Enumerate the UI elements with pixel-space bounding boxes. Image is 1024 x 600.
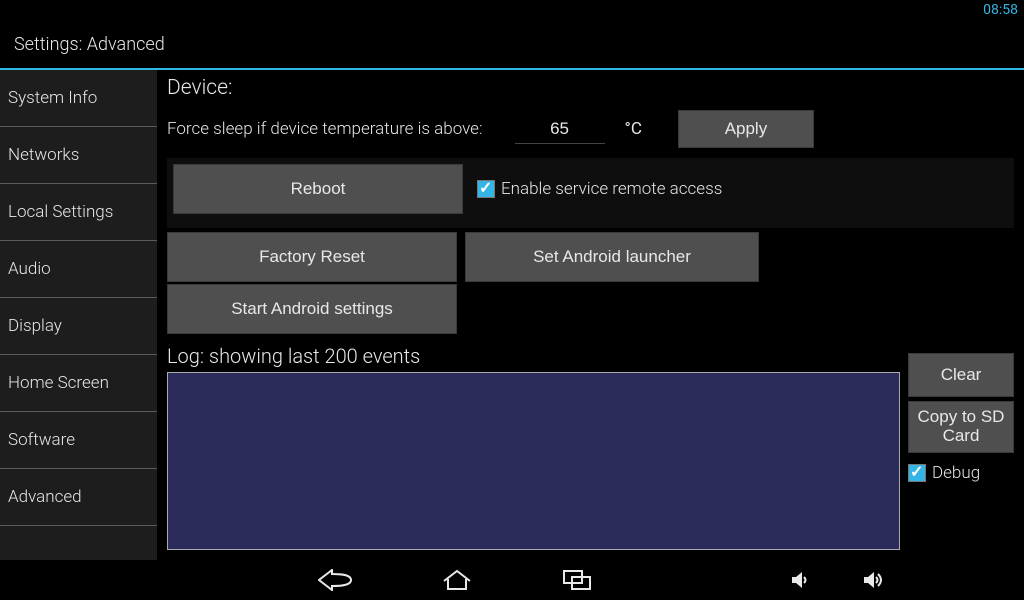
status-time: 08:58 [983,2,1018,18]
apply-button[interactable]: Apply [678,110,814,148]
home-icon[interactable] [442,569,472,591]
android-navbar [0,560,1024,600]
sidebar-item-audio[interactable]: Audio [0,241,157,298]
set-launcher-button[interactable]: Set Android launcher [465,232,759,282]
debug-checkbox[interactable] [908,464,926,482]
copy-to-sd-button[interactable]: Copy to SD Card [908,401,1014,453]
start-android-settings-button[interactable]: Start Android settings [167,284,457,334]
debug-label: Debug [932,463,980,483]
sidebar-item-home-screen[interactable]: Home Screen [0,355,157,412]
sidebar: System Info Networks Local Settings Audi… [0,70,157,560]
temp-label: Force sleep if device temperature is abo… [167,119,483,139]
page-title: Settings: Advanced [14,34,165,55]
sidebar-item-display[interactable]: Display [0,298,157,355]
sidebar-item-networks[interactable]: Networks [0,127,157,184]
sidebar-item-advanced[interactable]: Advanced [0,469,157,526]
temp-unit: °C [625,119,642,139]
sidebar-item-local-settings[interactable]: Local Settings [0,184,157,241]
status-bar: 08:58 [0,0,1024,20]
remote-access-checkbox[interactable] [477,180,495,198]
remote-access-label: Enable service remote access [501,179,722,199]
sidebar-item-software[interactable]: Software [0,412,157,469]
volume-down-icon[interactable] [792,570,810,590]
temp-input[interactable] [515,115,605,144]
sidebar-item-system-info[interactable]: System Info [0,70,157,127]
log-heading: Log: showing last 200 events [167,344,900,368]
volume-up-icon[interactable] [864,570,886,590]
titlebar: Settings: Advanced [0,20,1024,70]
device-heading: Device: [167,76,1014,100]
back-icon[interactable] [318,569,352,591]
main-panel: Device: Force sleep if device temperatur… [157,70,1024,560]
reboot-button[interactable]: Reboot [173,164,463,214]
clear-log-button[interactable]: Clear [908,353,1014,397]
log-textarea[interactable] [167,372,900,550]
factory-reset-button[interactable]: Factory Reset [167,232,457,282]
recents-icon[interactable] [562,569,592,591]
